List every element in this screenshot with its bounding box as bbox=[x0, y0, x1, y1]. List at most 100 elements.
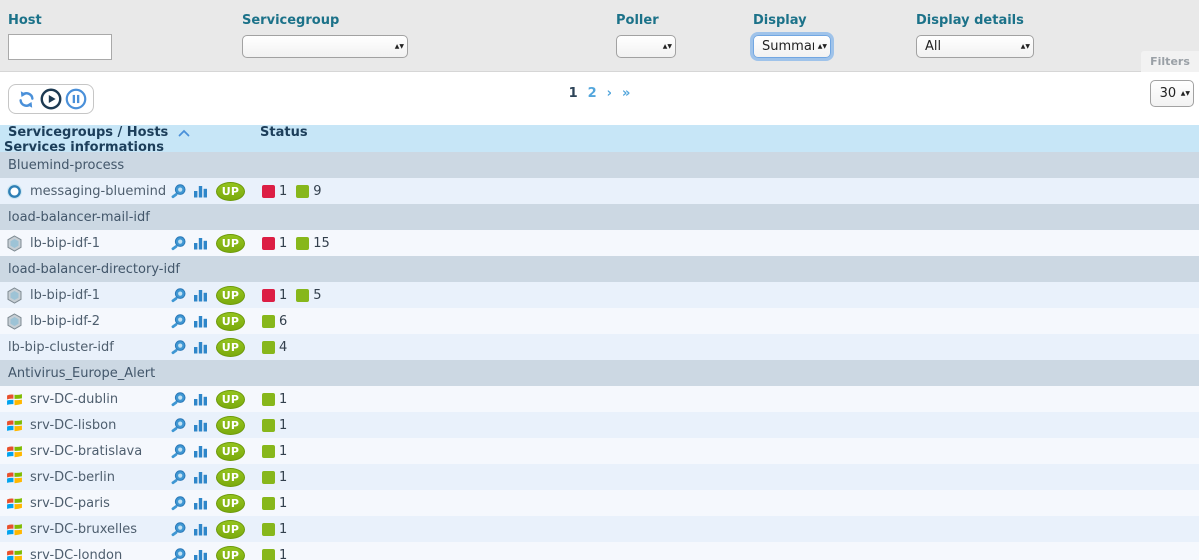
page-link-2[interactable]: 2 bbox=[588, 86, 597, 101]
bluemind-host-icon bbox=[6, 183, 23, 200]
host-graph-chart-icon[interactable] bbox=[193, 314, 208, 329]
host-detail-magnifier-icon[interactable] bbox=[170, 469, 187, 486]
host-graph-chart-icon[interactable] bbox=[193, 522, 208, 537]
status-badge: UP bbox=[216, 390, 245, 409]
service-count-value: 1 bbox=[279, 236, 287, 251]
windows-host-icon bbox=[6, 547, 23, 560]
service-count-value: 1 bbox=[279, 392, 287, 407]
host-row: srv-DC-paris UP 1 bbox=[0, 490, 1199, 516]
service-count-value: 6 bbox=[279, 314, 287, 329]
host-row: srv-DC-bratislava UP 1 bbox=[0, 438, 1199, 464]
host-name[interactable]: srv-DC-bruxelles bbox=[30, 522, 137, 537]
display-select-value: Summary bbox=[762, 39, 814, 54]
host-detail-magnifier-icon[interactable] bbox=[170, 417, 187, 434]
host-graph-chart-icon[interactable] bbox=[193, 392, 208, 407]
service-count-ok[interactable]: 6 bbox=[262, 314, 287, 329]
host-detail-magnifier-icon[interactable] bbox=[170, 287, 187, 304]
host-detail-magnifier-icon[interactable] bbox=[170, 547, 187, 560]
column-servicegroups-hosts[interactable]: Servicegroups / Hosts bbox=[8, 125, 168, 140]
service-count-ok[interactable]: 1 bbox=[262, 496, 287, 511]
chevron-up-icon[interactable] bbox=[178, 129, 190, 137]
servicegroup-select[interactable]: ▲▼ bbox=[242, 35, 408, 58]
host-detail-magnifier-icon[interactable] bbox=[170, 521, 187, 538]
status-badge: UP bbox=[216, 494, 245, 513]
service-count-value: 1 bbox=[279, 548, 287, 560]
service-count-ok[interactable]: 1 bbox=[262, 444, 287, 459]
service-count-ok[interactable]: 1 bbox=[262, 470, 287, 485]
poller-label: Poller bbox=[616, 13, 676, 28]
column-services-informations[interactable]: Services informations bbox=[0, 140, 170, 155]
host-graph-chart-icon[interactable] bbox=[193, 548, 208, 560]
column-status[interactable]: Status bbox=[260, 125, 1199, 140]
host-row: lb-bip-idf-1UP15 bbox=[0, 282, 1199, 308]
ok-status-square-icon bbox=[296, 237, 309, 250]
host-row: lb-bip-idf-2 UP 6 bbox=[0, 308, 1199, 334]
host-name[interactable]: lb-bip-cluster-idf bbox=[8, 340, 114, 355]
last-page-icon[interactable]: » bbox=[622, 86, 630, 101]
windows-host-icon bbox=[6, 495, 23, 512]
host-row: srv-DC-dublin UP 1 bbox=[0, 386, 1199, 412]
host-name[interactable]: srv-DC-dublin bbox=[30, 392, 118, 407]
host-detail-magnifier-icon[interactable] bbox=[170, 495, 187, 512]
service-count-ok[interactable]: 5 bbox=[296, 288, 321, 303]
windows-host-icon bbox=[6, 391, 23, 408]
service-count-ok[interactable]: 1 bbox=[262, 418, 287, 433]
host-graph-chart-icon[interactable] bbox=[193, 418, 208, 433]
service-count-ok[interactable]: 4 bbox=[262, 340, 287, 355]
service-count-ok[interactable]: 1 bbox=[262, 522, 287, 537]
status-badge: UP bbox=[216, 312, 245, 331]
host-detail-magnifier-icon[interactable] bbox=[170, 235, 187, 252]
display-details-select[interactable]: All ▲▼ bbox=[916, 35, 1034, 58]
service-count-value: 1 bbox=[279, 444, 287, 459]
host-label: Host bbox=[8, 13, 112, 28]
service-count-critical[interactable]: 1 bbox=[262, 184, 287, 199]
host-detail-magnifier-icon[interactable] bbox=[170, 183, 187, 200]
service-count-ok[interactable]: 15 bbox=[296, 236, 330, 251]
host-row: srv-DC-bruxellesUP1 bbox=[0, 516, 1199, 542]
host-detail-magnifier-icon[interactable] bbox=[170, 339, 187, 356]
service-count-critical[interactable]: 1 bbox=[262, 236, 287, 251]
ok-status-square-icon bbox=[262, 393, 275, 406]
service-count-value: 1 bbox=[279, 496, 287, 511]
next-page-icon[interactable]: › bbox=[607, 86, 612, 101]
pagination: 12 › » bbox=[0, 86, 1199, 101]
host-graph-chart-icon[interactable] bbox=[193, 236, 208, 251]
host-name[interactable]: lb-bip-idf-1 bbox=[30, 288, 100, 303]
service-count-critical[interactable]: 1 bbox=[262, 288, 287, 303]
host-name[interactable]: messaging-bluemind bbox=[30, 184, 166, 199]
filters-tab[interactable]: Filters bbox=[1141, 51, 1199, 72]
page-size-select[interactable]: 30 ▲▼ bbox=[1150, 80, 1194, 107]
host-graph-chart-icon[interactable] bbox=[193, 288, 208, 303]
host-name[interactable]: lb-bip-idf-1 bbox=[30, 236, 100, 251]
service-count-ok[interactable]: 1 bbox=[262, 392, 287, 407]
servicegroups-table: Servicegroups / Hosts Status Services in… bbox=[0, 125, 1199, 560]
host-name[interactable]: srv-DC-lisbon bbox=[30, 418, 116, 433]
host-graph-chart-icon[interactable] bbox=[193, 184, 208, 199]
host-graph-chart-icon[interactable] bbox=[193, 340, 208, 355]
host-input[interactable] bbox=[8, 34, 112, 60]
display-select[interactable]: Summary ▲▼ bbox=[753, 35, 831, 58]
host-graph-chart-icon[interactable] bbox=[193, 444, 208, 459]
status-badge: UP bbox=[216, 338, 245, 357]
service-count-value: 1 bbox=[279, 522, 287, 537]
host-name[interactable]: srv-DC-berlin bbox=[30, 470, 115, 485]
page-current: 1 bbox=[569, 86, 578, 101]
poller-select[interactable]: ▲▼ bbox=[616, 35, 676, 58]
host-detail-magnifier-icon[interactable] bbox=[170, 443, 187, 460]
host-name[interactable]: srv-DC-london bbox=[30, 548, 122, 560]
host-detail-magnifier-icon[interactable] bbox=[170, 313, 187, 330]
windows-host-icon bbox=[6, 521, 23, 538]
host-name[interactable]: lb-bip-idf-2 bbox=[30, 314, 100, 329]
hexagon-host-icon bbox=[6, 287, 23, 304]
status-badge: UP bbox=[216, 442, 245, 461]
host-row: srv-DC-londonUP1 bbox=[0, 542, 1199, 560]
status-badge: UP bbox=[216, 234, 245, 253]
service-count-ok[interactable]: 1 bbox=[262, 548, 287, 560]
host-name[interactable]: srv-DC-paris bbox=[30, 496, 110, 511]
service-count-ok[interactable]: 9 bbox=[296, 184, 321, 199]
host-name[interactable]: srv-DC-bratislava bbox=[30, 444, 142, 459]
display-filter: Display Summary ▲▼ bbox=[753, 0, 831, 58]
host-graph-chart-icon[interactable] bbox=[193, 496, 208, 511]
host-detail-magnifier-icon[interactable] bbox=[170, 391, 187, 408]
host-graph-chart-icon[interactable] bbox=[193, 470, 208, 485]
